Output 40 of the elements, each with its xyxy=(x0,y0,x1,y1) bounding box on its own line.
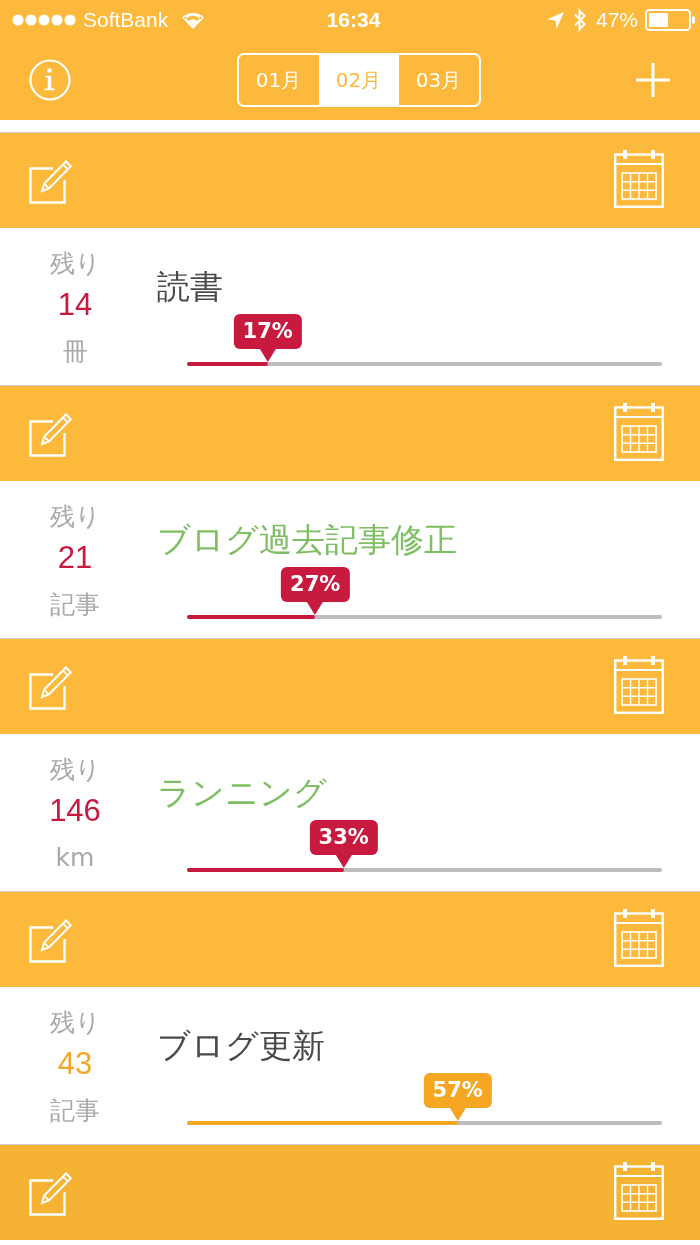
pencil-icon[interactable] xyxy=(29,665,73,710)
goal-title: ブログ更新 xyxy=(157,1025,326,1067)
calendar-icon[interactable] xyxy=(614,149,664,208)
remaining-unit: km xyxy=(55,842,95,874)
remaining-unit: 記事 xyxy=(50,589,100,621)
calendar-icon[interactable] xyxy=(614,1161,664,1220)
month-segmented-control[interactable]: 01月 02月 03月 xyxy=(236,53,481,107)
goal-title: ブログ過去記事修正 xyxy=(157,519,458,561)
remaining-unit: 冊 xyxy=(62,336,88,368)
location-arrow-icon xyxy=(546,11,564,29)
calendar-icon[interactable] xyxy=(614,655,664,714)
signal-strength-icon xyxy=(12,14,76,26)
remaining-count: 146 xyxy=(49,792,101,830)
remaining-label: 残り xyxy=(49,248,101,280)
pencil-icon[interactable] xyxy=(29,918,73,963)
carrier-name: SoftBank xyxy=(83,8,169,32)
bluetooth-icon xyxy=(572,8,587,32)
remaining-label: 残り xyxy=(49,754,101,786)
month-tab[interactable]: 01月 xyxy=(238,55,319,105)
month-tab[interactable]: 03月 xyxy=(398,55,479,105)
info-icon[interactable] xyxy=(29,59,71,101)
battery-percent: 47% xyxy=(595,8,638,32)
remaining-count: 21 xyxy=(57,539,93,577)
battery-icon xyxy=(645,9,695,31)
pencil-icon[interactable] xyxy=(29,412,73,457)
remaining-label: 残り xyxy=(49,501,101,533)
plus-icon[interactable] xyxy=(636,63,670,97)
calendar-icon[interactable] xyxy=(614,402,664,461)
remaining-label: 残り xyxy=(49,1007,101,1039)
pencil-icon[interactable] xyxy=(29,159,73,204)
calendar-icon[interactable] xyxy=(614,908,664,967)
goal-title: ランニング xyxy=(157,772,328,814)
goal-title: 読書 xyxy=(157,266,224,308)
remaining-count: 43 xyxy=(57,1045,93,1083)
month-tab[interactable]: 02月 xyxy=(318,55,399,105)
clock-time: 16:34 xyxy=(326,8,381,32)
remaining-unit: 記事 xyxy=(50,1095,100,1127)
pencil-icon[interactable] xyxy=(29,1171,73,1216)
remaining-count: 14 xyxy=(57,286,93,324)
wifi-icon xyxy=(181,11,206,29)
